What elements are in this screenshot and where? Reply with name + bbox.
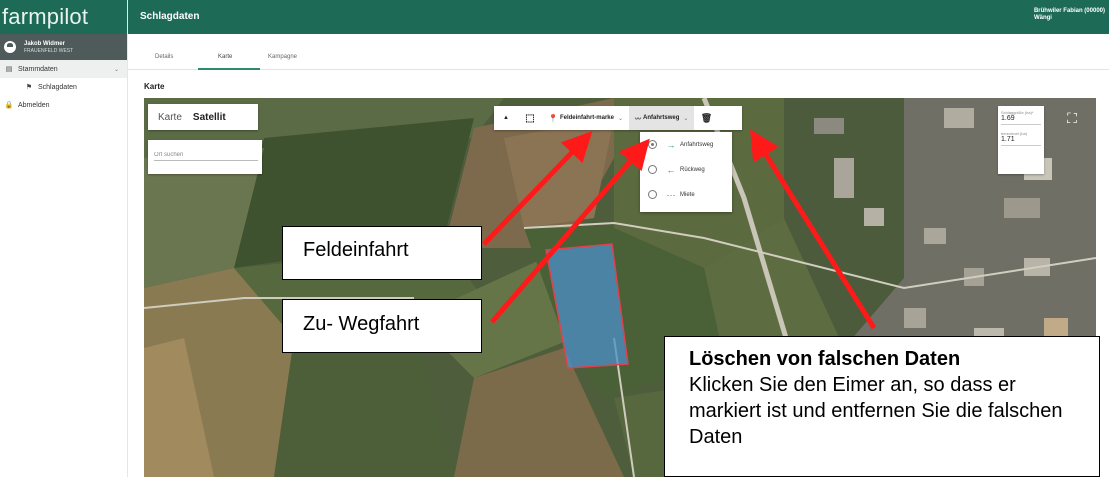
area-value[interactable]: 1.69 — [1001, 115, 1041, 125]
map-type-karte-button[interactable]: Karte — [148, 112, 191, 123]
callout-delete: Löschen von falschen Daten Klicken Sie d… — [664, 336, 1100, 477]
menu-item-label: Miete — [680, 191, 695, 198]
sidebar-item-label: Abmelden — [18, 101, 50, 109]
fullscreen-icon[interactable]: ⛶ — [1058, 104, 1086, 132]
chevron-down-icon: ⌄ — [683, 115, 689, 122]
section-title: Karte — [144, 82, 165, 91]
app-logo[interactable]: farmpilot — [0, 0, 127, 34]
polygon-draw-button[interactable]: ⬚ — [518, 106, 542, 130]
sidebar-item-label: Schlagdaten — [38, 83, 77, 91]
active-tab-indicator — [198, 68, 260, 70]
route-type-dropdown[interactable]: 〰 Anfahrtsweg ⌄ — [629, 106, 695, 130]
user-panel[interactable]: Jakob Widmer FRAUENFELD WEST — [0, 34, 127, 60]
radio-selected[interactable] — [648, 140, 657, 149]
route-type-menu: → Anfahrtsweg ← Rückweg ··· Miete — [640, 132, 732, 212]
tab-details[interactable]: Details — [155, 54, 173, 60]
route-line-icon: 〰 — [635, 116, 642, 123]
route-type-label: Anfahrtsweg — [643, 115, 680, 121]
navigation-arrow-icon: ▲ — [503, 115, 509, 121]
user-org: FRAUENFELD WEST — [24, 47, 74, 54]
sidebar-item-abmelden[interactable]: 🔒 Abmelden — [0, 96, 127, 114]
menu-item-rueckweg[interactable]: ← Rückweg — [640, 157, 732, 182]
callout-feldeinfahrt: Feldeinfahrt — [282, 226, 482, 280]
account-name: Brühwiler Fabian (00000) — [1033, 8, 1105, 14]
chevron-down-icon: ⌄ — [617, 115, 624, 122]
tab-bar: Details Karte Kampagne — [128, 34, 1109, 70]
chevron-down-icon: ⌄ — [113, 66, 119, 73]
location-search-box — [148, 140, 262, 174]
feldeinfahrt-dropdown[interactable]: 📍 Feldeinfahrt-marke ⌄ — [542, 106, 629, 130]
menu-item-anfahrtsweg[interactable]: → Anfahrtsweg — [640, 132, 732, 157]
menu-item-miete[interactable]: ··· Miete — [640, 182, 732, 207]
navigate-button[interactable]: ▲ — [494, 106, 518, 130]
sidebar-item-schlagdaten[interactable]: ⚑ Schlagdaten — [0, 78, 127, 96]
arrow-left-icon: ← — [666, 164, 676, 175]
menu-item-label: Anfahrtsweg — [680, 141, 714, 148]
tab-karte[interactable]: Karte — [218, 54, 232, 60]
feldeinfahrt-label: Feldeinfahrt-marke — [559, 115, 614, 121]
map-type-toggle: Karte Satellit — [148, 104, 258, 130]
location-search-input[interactable] — [154, 152, 258, 161]
field-area-panel: Schlaggröße (ha)* 1.69 berechnet (ha) 1.… — [998, 106, 1044, 174]
menu-item-label: Rückweg — [680, 166, 705, 173]
sidebar-item-stammdaten[interactable]: ▤ Stammdaten ⌄ — [0, 60, 127, 78]
callout-delete-title: Löschen von falschen Daten — [689, 348, 961, 370]
folder-icon: ▤ — [5, 66, 13, 73]
tab-kampagne[interactable]: Kampagne — [268, 54, 297, 60]
flag-icon: ⚑ — [25, 84, 33, 91]
app-root: farmpilot Jakob Widmer FRAUENFELD WEST ▤… — [0, 0, 1109, 477]
radio-unselected[interactable] — [648, 165, 657, 174]
user-avatar-icon — [4, 41, 16, 53]
account-menu[interactable]: Brühwiler Fabian (00000) Wängi — [1034, 8, 1105, 22]
computed-area-value: 1.71 — [1001, 136, 1041, 146]
map-toolbar: ▲ ⬚ 📍 Feldeinfahrt-marke ⌄ 〰 Anfahrtsweg… — [494, 106, 742, 130]
trash-bucket-icon: 🗑 — [700, 112, 713, 123]
lock-icon: 🔒 — [4, 102, 14, 109]
user-name: Jakob Widmer — [24, 40, 65, 47]
map-type-satellit-button[interactable]: Satellit — [191, 112, 235, 123]
account-location: Wängi — [1033, 15, 1052, 21]
callout-feldeinfahrt-text: Feldeinfahrt — [303, 239, 409, 261]
map-marker-icon: 📍 — [548, 113, 558, 123]
sidebar: farmpilot Jakob Widmer FRAUENFELD WEST ▤… — [0, 0, 128, 477]
dots-icon: ··· — [666, 189, 676, 200]
sidebar-item-label: Stammdaten — [18, 65, 58, 73]
delete-button[interactable]: 🗑 — [694, 106, 718, 130]
callout-wegfahrt-text: Zu- Wegfahrt — [303, 313, 420, 335]
top-header: Schlagdaten Brühwiler Fabian (00000) Wän… — [128, 0, 1109, 34]
radio-unselected[interactable] — [648, 190, 657, 199]
polygon-select-icon: ⬚ — [525, 112, 535, 124]
callout-delete-body: Klicken Sie den Eimer an, so dass er mar… — [689, 374, 1063, 448]
arrow-right-icon: → — [666, 139, 676, 150]
callout-wegfahrt: Zu- Wegfahrt — [282, 299, 482, 353]
page-title: Schlagdaten — [140, 11, 200, 22]
